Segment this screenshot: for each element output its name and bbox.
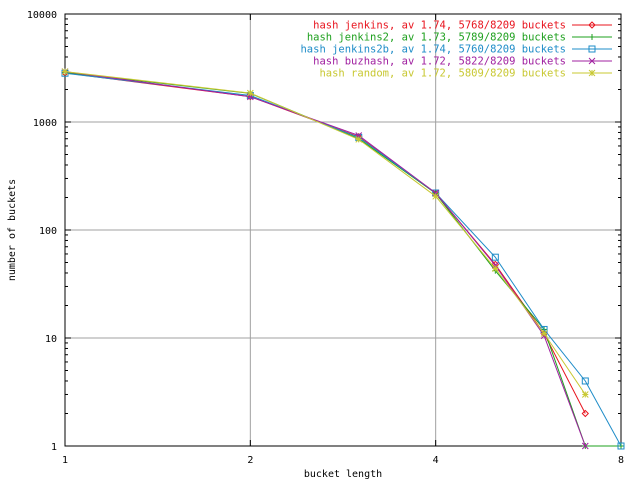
x-axis-label: bucket length (304, 469, 382, 480)
legend-label: hash buzhash, av 1.72, 5822/8209 buckets (313, 56, 566, 68)
data-point-marker (589, 34, 595, 40)
y-tick-label: 1000 (33, 118, 57, 129)
series-2 (62, 69, 624, 449)
series-4 (61, 68, 589, 450)
series-line (64, 72, 622, 447)
series-line (64, 71, 586, 395)
series-5 (61, 68, 589, 398)
legend: hash jenkins, av 1.74, 5768/8209 buckets… (300, 20, 612, 80)
legend-item: hash buzhash, av 1.72, 5822/8209 buckets (313, 56, 612, 68)
series-line (64, 71, 586, 447)
x-tick-label: 8 (618, 455, 624, 466)
data-point-marker (540, 330, 548, 337)
legend-label: hash random, av 1.72, 5809/8209 buckets (319, 68, 566, 80)
data-point-marker (61, 68, 69, 75)
series-3 (61, 69, 625, 450)
legend-label: hash jenkins2, av 1.73, 5789/8209 bucket… (307, 32, 566, 44)
series-line (64, 71, 621, 447)
legend-item: hash random, av 1.72, 5809/8209 buckets (319, 68, 612, 80)
y-tick-label: 10000 (27, 10, 57, 21)
x-tick-label: 1 (62, 455, 68, 466)
x-tick-label: 4 (433, 455, 439, 466)
data-point-marker (355, 136, 363, 143)
y-tick-label: 10 (45, 334, 57, 345)
line-chart: 1 2 4 8 1 10 100 1000 10000 hash jenkins, av 1.7… (7, 10, 625, 480)
legend-item: hash jenkins, av 1.74, 5768/8209 buckets (313, 20, 612, 32)
x-tick-label: 2 (247, 455, 253, 466)
data-point-marker (246, 89, 254, 97)
legend-item: hash jenkins2b, av 1.74, 5760/8209 bucke… (300, 44, 612, 56)
data-point-marker (581, 391, 589, 398)
y-tick-label: 100 (39, 226, 57, 237)
legend-item: hash jenkins2, av 1.73, 5789/8209 bucket… (307, 32, 612, 44)
y-tick-label: 1 (51, 442, 57, 453)
data-point-marker (432, 192, 440, 200)
legend-label: hash jenkins2b, av 1.74, 5760/8209 bucke… (300, 44, 566, 56)
y-axis-label: number of buckets (7, 179, 18, 281)
data-point-marker (491, 265, 499, 272)
data-point-marker (588, 69, 596, 77)
series-layer (61, 68, 625, 450)
legend-label: hash jenkins, av 1.74, 5768/8209 buckets (313, 20, 566, 32)
